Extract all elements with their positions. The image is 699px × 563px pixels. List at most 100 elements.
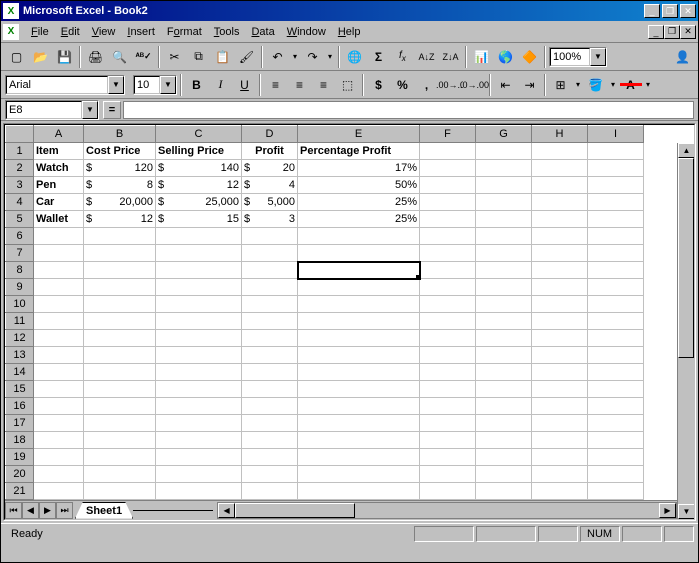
cell-A10[interactable] (34, 296, 84, 313)
cell-H4[interactable] (532, 194, 588, 211)
cell-F21[interactable] (420, 483, 476, 500)
row-header-13[interactable]: 13 (6, 347, 34, 364)
cell-F5[interactable] (420, 211, 476, 228)
row-header-15[interactable]: 15 (6, 381, 34, 398)
row-header-12[interactable]: 12 (6, 330, 34, 347)
tab-next-button[interactable]: ▶ (39, 502, 56, 519)
cell-B16[interactable] (84, 398, 156, 415)
row-header-17[interactable]: 17 (6, 415, 34, 432)
cell-D19[interactable] (242, 449, 298, 466)
select-all-corner[interactable] (6, 126, 34, 143)
cell-D4[interactable]: $5,000 (242, 194, 298, 211)
cell-C11[interactable] (156, 313, 242, 330)
cell-E3[interactable]: 50% (298, 177, 420, 194)
scroll-up-button[interactable]: ▲ (678, 143, 694, 158)
merge-center-button[interactable]: ⬚ (336, 74, 359, 96)
decrease-indent-button[interactable]: ⇤ (494, 74, 517, 96)
cell-C9[interactable] (156, 279, 242, 296)
cell-I1[interactable] (588, 143, 644, 160)
cell-E4[interactable]: 25% (298, 194, 420, 211)
cell-H20[interactable] (532, 466, 588, 483)
cell-I13[interactable] (588, 347, 644, 364)
cell-A13[interactable] (34, 347, 84, 364)
new-button[interactable]: ▢ (5, 46, 28, 68)
cell-B5[interactable]: $12 (84, 211, 156, 228)
menu-view[interactable]: View (86, 24, 122, 40)
formula-input[interactable] (123, 101, 694, 119)
col-header-A[interactable]: A (34, 126, 84, 143)
cell-G15[interactable] (476, 381, 532, 398)
align-right-button[interactable]: ≡ (312, 74, 335, 96)
cell-A4[interactable]: Car (34, 194, 84, 211)
cell-B12[interactable] (84, 330, 156, 347)
cell-I16[interactable] (588, 398, 644, 415)
cell-B18[interactable] (84, 432, 156, 449)
cell-D14[interactable] (242, 364, 298, 381)
row-header-18[interactable]: 18 (6, 432, 34, 449)
cell-H17[interactable] (532, 415, 588, 432)
doc-close-button[interactable]: ✕ (680, 25, 696, 39)
cell-B7[interactable] (84, 245, 156, 262)
cell-H7[interactable] (532, 245, 588, 262)
col-header-G[interactable]: G (476, 126, 532, 143)
cell-E12[interactable] (298, 330, 420, 347)
cell-D18[interactable] (242, 432, 298, 449)
align-center-button[interactable]: ≡ (288, 74, 311, 96)
cell-C14[interactable] (156, 364, 242, 381)
cell-E6[interactable] (298, 228, 420, 245)
cell-G19[interactable] (476, 449, 532, 466)
cell-I21[interactable] (588, 483, 644, 500)
menu-window[interactable]: Window (281, 24, 332, 40)
cell-G14[interactable] (476, 364, 532, 381)
cell-I5[interactable] (588, 211, 644, 228)
menu-tools[interactable]: Tools (208, 24, 246, 40)
scroll-left-button[interactable]: ◀ (218, 503, 235, 518)
cell-B6[interactable] (84, 228, 156, 245)
font-combo[interactable]: Arial ▼ (5, 75, 125, 95)
cell-G1[interactable] (476, 143, 532, 160)
row-header-14[interactable]: 14 (6, 364, 34, 381)
cell-E15[interactable] (298, 381, 420, 398)
cell-D12[interactable] (242, 330, 298, 347)
cell-E8[interactable] (298, 262, 420, 279)
cell-I9[interactable] (588, 279, 644, 296)
cell-C2[interactable]: $140 (156, 160, 242, 177)
cell-H3[interactable] (532, 177, 588, 194)
cell-H10[interactable] (532, 296, 588, 313)
cell-H19[interactable] (532, 449, 588, 466)
cell-F7[interactable] (420, 245, 476, 262)
row-header-9[interactable]: 9 (6, 279, 34, 296)
cell-B19[interactable] (84, 449, 156, 466)
cell-A6[interactable] (34, 228, 84, 245)
cell-H16[interactable] (532, 398, 588, 415)
cell-C4[interactable]: $25,000 (156, 194, 242, 211)
row-header-2[interactable]: 2 (6, 160, 34, 177)
col-header-C[interactable]: C (156, 126, 242, 143)
cell-B14[interactable] (84, 364, 156, 381)
cell-H6[interactable] (532, 228, 588, 245)
zoom-combo[interactable]: 100% ▼ (549, 47, 607, 67)
underline-button[interactable]: U (233, 74, 256, 96)
chart-wizard-button[interactable]: 📊 (470, 46, 493, 68)
cell-H18[interactable] (532, 432, 588, 449)
cell-F6[interactable] (420, 228, 476, 245)
autosum-button[interactable]: Σ (367, 46, 390, 68)
cell-G11[interactable] (476, 313, 532, 330)
open-button[interactable]: 📂 (29, 46, 52, 68)
cell-D17[interactable] (242, 415, 298, 432)
cell-E9[interactable] (298, 279, 420, 296)
cell-C18[interactable] (156, 432, 242, 449)
cell-C13[interactable] (156, 347, 242, 364)
cell-A19[interactable] (34, 449, 84, 466)
cell-F8[interactable] (420, 262, 476, 279)
cell-G2[interactable] (476, 160, 532, 177)
copy-button[interactable]: ⧉ (187, 46, 210, 68)
hscroll-thumb[interactable] (235, 503, 355, 518)
sort-asc-button[interactable]: A↓Z (415, 46, 438, 68)
scroll-thumb[interactable] (678, 158, 694, 358)
decrease-decimal-button[interactable]: .0→.00 (463, 74, 486, 96)
cell-D3[interactable]: $4 (242, 177, 298, 194)
cell-A8[interactable] (34, 262, 84, 279)
maximize-button[interactable]: ❐ (662, 4, 678, 18)
cell-B20[interactable] (84, 466, 156, 483)
